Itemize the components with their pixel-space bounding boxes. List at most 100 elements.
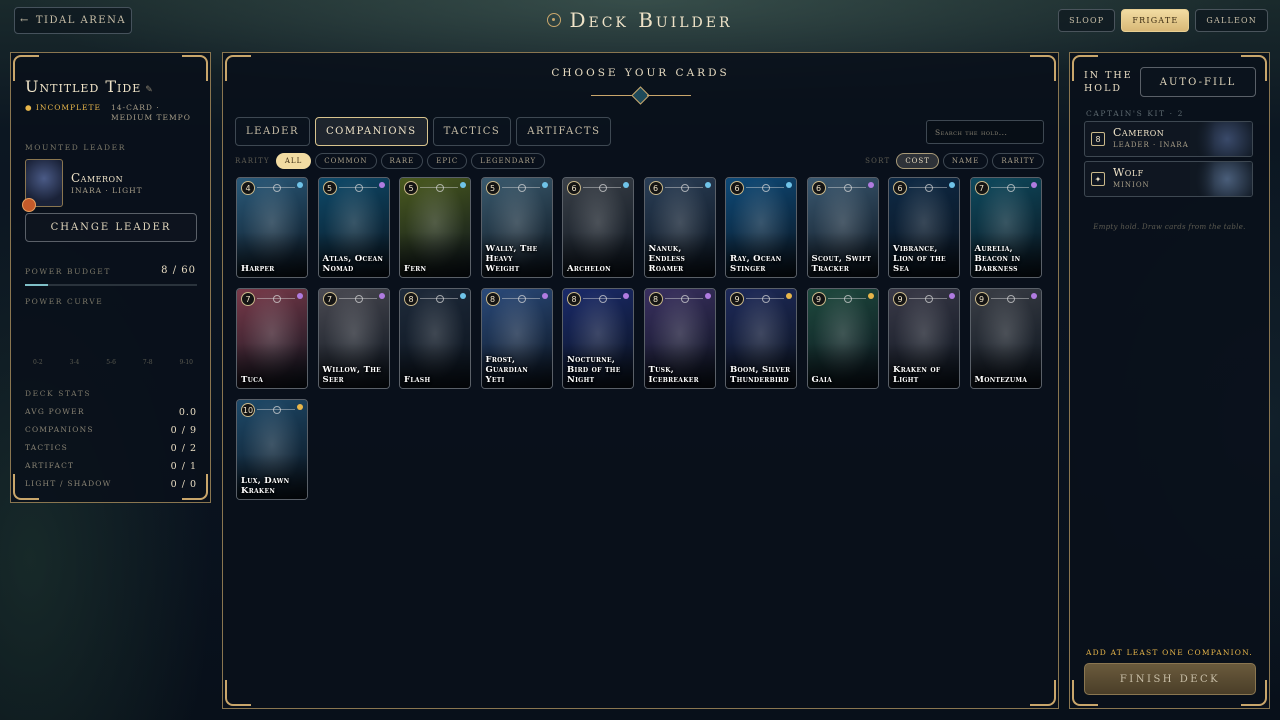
companion-card[interactable]: 8 Tusk, Icebreaker [643, 288, 716, 389]
ship-class-tab-frigate[interactable]: Frigate [1121, 9, 1190, 32]
companion-card[interactable]: 8 Nocturne, Bird of the Night [562, 288, 634, 389]
sort-options: Sort Cost Name Rarity [865, 153, 1044, 169]
card-frame-ribbon [338, 184, 377, 192]
tab-leader[interactable]: Leader [235, 117, 311, 146]
card-frame-ribbon [909, 184, 947, 192]
deck-stats-label: Deck Stats [25, 389, 92, 398]
companion-card[interactable]: 6 Ray, Ocean Stinger [725, 177, 797, 278]
rarity-chip-common[interactable]: Common [315, 153, 377, 169]
search-input[interactable]: Search the hold... [926, 120, 1044, 144]
hold-title-line2: Hold [1084, 83, 1122, 94]
card-grid: 4 Harper 5 Atlas, Ocean Nomad 5 Fern 5 Wally, T… [236, 177, 1051, 500]
companion-card[interactable]: 9 Kraken of Light [888, 288, 960, 389]
deck-name[interactable]: Untitled Tide ✎ [25, 77, 154, 96]
companion-card[interactable]: 6 Archelon [562, 177, 634, 278]
companion-card[interactable]: 5 Atlas, Ocean Nomad [317, 177, 390, 278]
card-frame-ribbon [257, 295, 295, 303]
card-cost-badge: 8 [648, 292, 663, 306]
finish-deck-button[interactable]: Finish Deck [1084, 663, 1256, 695]
rarity-gem-icon [297, 293, 303, 299]
companion-card[interactable]: 7 Aurelia, Beacon in Darkness [969, 177, 1042, 278]
rarity-gem-icon [297, 182, 303, 188]
sort-chip-cost[interactable]: Cost [896, 153, 939, 169]
curve-tick-label: 7-8 [142, 359, 153, 366]
companion-card[interactable]: 6 Vibrance, Lion of the Sea [888, 177, 960, 278]
companion-card[interactable]: 6 Scout, Swift Tracker [806, 177, 879, 278]
card-cost-badge: 6 [730, 181, 744, 195]
companion-card[interactable]: 8 Flash [399, 288, 471, 389]
card-cost-badge: 8 [567, 292, 581, 306]
card-frame-ribbon [501, 184, 540, 192]
card-frame-ribbon [990, 295, 1029, 303]
sort-chip-rarity[interactable]: Rarity [992, 153, 1044, 169]
rarity-chip-legendary[interactable]: Legendary [471, 153, 546, 169]
power-curve-axis: 0-2 3-4 5-6 7-8 9-10 [33, 359, 193, 366]
tab-artifacts[interactable]: Artifacts [516, 117, 612, 146]
rarity-chip-all[interactable]: All [275, 153, 312, 169]
kit-item-cameron[interactable]: 8 Cameron Leader · Inara [1084, 121, 1253, 157]
rarity-gem-icon [460, 293, 466, 299]
ship-class-tab-sloop[interactable]: Sloop [1058, 9, 1116, 32]
sort-chip-name[interactable]: Name [942, 153, 989, 169]
mounted-leader-label: Mounted Leader [25, 143, 126, 152]
rarity-gem-icon [867, 182, 874, 188]
rarity-chip-rare[interactable]: Rare [380, 153, 424, 169]
companion-card[interactable]: 9 Gaia [806, 288, 879, 389]
leader-faction-icon [22, 198, 36, 212]
card-frame-ribbon [583, 184, 621, 192]
card-name: Tuca [241, 375, 264, 385]
card-frame-ribbon [501, 295, 540, 303]
companion-card[interactable]: 9 Montezuma [969, 288, 1042, 389]
card-cost-badge: 4 [241, 181, 255, 195]
leader-subtitle: Inara · Light [71, 186, 143, 195]
leader-name: Cameron [71, 171, 124, 185]
card-name: Archelon [567, 264, 611, 274]
card-name: Wally, The Heavy Weight [485, 244, 538, 274]
card-category-tabs: Leader Companions Tactics Artifacts [235, 117, 612, 146]
deck-status-row: ● Incomplete 14-Card · Medium Tempo [25, 103, 191, 123]
corner-ornament [225, 680, 251, 706]
stat-row: Companions 0 / 9 [25, 425, 197, 436]
hold-panel: In the Hold Auto-Fill Captain's Kit · 2 8… [1069, 52, 1270, 709]
rarity-filter-label: Rarity [235, 157, 270, 165]
companion-card[interactable]: 4 Harper [236, 177, 308, 278]
change-leader-button[interactable]: Change Leader [25, 213, 197, 242]
power-budget-fill [25, 284, 48, 286]
companion-card[interactable]: 5 Fern [399, 177, 471, 278]
tab-companions[interactable]: Companions [315, 117, 428, 146]
card-browser-panel: Choose Your Cards Leader Companions Tactic… [222, 52, 1059, 709]
pencil-icon[interactable]: ✎ [145, 85, 154, 95]
ship-class-tab-galleon[interactable]: Galleon [1195, 9, 1268, 32]
card-cost-badge: 9 [893, 292, 907, 306]
rarity-gem-icon [541, 293, 548, 299]
leader-portrait[interactable] [22, 159, 63, 212]
captains-kit-label: Captain's Kit · 2 [1086, 109, 1185, 118]
card-name: Willow, The Seer [322, 365, 382, 385]
companion-card[interactable]: 5 Wally, The Heavy Weight [480, 177, 553, 278]
card-cost-badge: 9 [811, 292, 826, 306]
card-cost-badge: 5 [322, 181, 337, 195]
rarity-chip-epic[interactable]: Epic [427, 153, 468, 169]
card-cost-badge: 6 [893, 181, 907, 195]
companion-card[interactable]: 6 Nanuk, Endless Roamer [643, 177, 716, 278]
companion-card[interactable]: 7 Tuca [236, 288, 308, 389]
kit-item-art [1190, 122, 1252, 156]
stat-label: Artifact [25, 461, 75, 470]
rarity-gem-icon [786, 182, 792, 188]
kit-item-wolf[interactable]: ✦ Wolf Minion [1084, 161, 1253, 197]
rarity-gem-icon [378, 293, 385, 299]
companion-card[interactable]: 8 Frost, Guardian Yeti [480, 288, 553, 389]
card-cost-badge: 7 [322, 292, 337, 306]
companion-card[interactable]: 9 Boom, Silver Thunderbird [725, 288, 797, 389]
hold-title-line1: In the [1084, 70, 1133, 81]
deck-meta: 14-Card · Medium Tempo [111, 103, 191, 123]
kit-item-sub: Leader · Inara [1113, 141, 1189, 149]
tab-tactics[interactable]: Tactics [432, 117, 512, 146]
page-title-text: Deck Builder [569, 8, 733, 32]
auto-fill-button[interactable]: Auto-Fill [1140, 67, 1256, 97]
card-frame-ribbon [338, 295, 377, 303]
companion-card[interactable]: 7 Willow, The Seer [317, 288, 390, 389]
card-frame-ribbon [827, 295, 866, 303]
companion-card[interactable]: 10 Lux, Dawn Kraken [236, 399, 308, 500]
curve-tick-label: 0-2 [33, 359, 43, 366]
